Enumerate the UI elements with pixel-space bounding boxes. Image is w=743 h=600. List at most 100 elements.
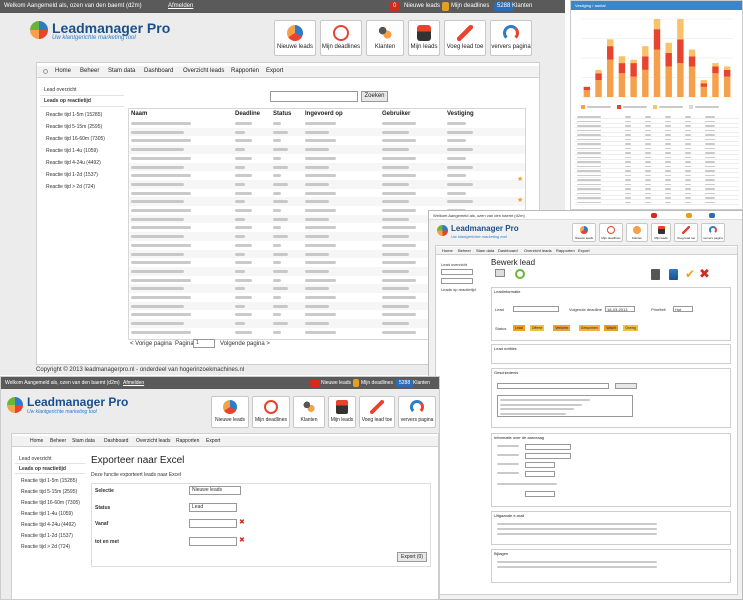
status-tag[interactable]: Wacht xyxy=(604,325,619,331)
edit-sidebar-field-2[interactable] xyxy=(441,278,473,284)
export-sidebar-item-1-5m[interactable]: Reactie tijd 1-5m (15285) xyxy=(21,478,77,484)
export-sidebar-item-1-2d[interactable]: Reactie tijd 1-2d (1537) xyxy=(21,533,73,539)
add-history-button[interactable] xyxy=(615,383,637,389)
edit-my-leads-button[interactable]: Mijn leads xyxy=(651,223,671,242)
deadlines-icon[interactable] xyxy=(442,2,449,11)
my-deadlines-button[interactable]: Mijn deadlines xyxy=(320,20,362,56)
export-tab-home[interactable]: Home xyxy=(30,438,43,444)
export-add-lead-button[interactable]: Voeg lead toe xyxy=(359,396,395,428)
export-clients-link[interactable]: Klanten xyxy=(413,380,430,386)
col-gebruiker[interactable]: Gebruiker xyxy=(382,111,410,117)
edit-deadlines-badge[interactable] xyxy=(686,213,692,218)
status-tag[interactable]: Gewonnen xyxy=(578,325,600,331)
next-page-link[interactable]: Volgende pagina > xyxy=(220,341,270,347)
clients-badge[interactable]: 5288 xyxy=(494,2,514,11)
home-icon[interactable] xyxy=(43,69,48,74)
request-field-2[interactable] xyxy=(525,453,571,459)
to-date-input[interactable] xyxy=(189,537,237,546)
tab-export[interactable]: Export xyxy=(266,68,283,74)
new-leads-link[interactable]: Nieuwe leads xyxy=(404,3,440,9)
status-tag[interactable]: Lead xyxy=(513,325,525,331)
sidebar-by-reaction[interactable]: Leads op reactietijd xyxy=(44,98,91,104)
export-deadlines-link[interactable]: Mijn deadlines xyxy=(361,380,393,386)
request-field-3[interactable] xyxy=(525,462,555,468)
export-tab-beheer[interactable]: Beheer xyxy=(50,438,66,444)
status-tag[interactable]: Overig xyxy=(623,325,638,331)
search-input[interactable] xyxy=(270,91,358,102)
edit-deadlines-button[interactable]: Mijn deadlines xyxy=(599,223,623,242)
status-select[interactable]: Lead xyxy=(189,503,237,512)
from-date-input[interactable] xyxy=(189,519,237,528)
sidebar-item-reaction-5-15m[interactable]: Reactie tijd 5-15m (2595) xyxy=(46,124,102,130)
export-tab-rapporten[interactable]: Rapporten xyxy=(176,438,199,444)
edit-sidebar-field-1[interactable] xyxy=(441,269,473,275)
edit-new-leads-badge[interactable] xyxy=(651,213,657,218)
save-check-icon[interactable]: ✔ xyxy=(685,268,695,280)
status-tag[interactable]: Verloren xyxy=(553,325,571,331)
request-field-5[interactable] xyxy=(525,491,555,497)
search-button[interactable]: Zoeken xyxy=(361,91,388,102)
tab-overzicht-leads[interactable]: Overzicht leads xyxy=(183,68,224,74)
export-clients-button[interactable]: Klanten xyxy=(293,396,325,428)
export-sidebar-overview[interactable]: Lead overzicht xyxy=(19,456,52,462)
edit-tab-overzicht[interactable]: Overzicht leads xyxy=(524,248,552,253)
my-leads-button[interactable]: Mijn leads xyxy=(408,20,440,56)
sidebar-item-reaction-4-24u[interactable]: Reactie tijd 4-24u (4492) xyxy=(46,160,101,166)
status-tag[interactable]: Offerte xyxy=(529,325,545,331)
add-lead-button[interactable]: Voeg lead toe xyxy=(444,20,486,56)
edit-tab-stam-data[interactable]: Stam data xyxy=(476,248,494,253)
sidebar-item-reaction-1-2d[interactable]: Reactie tijd 1-2d (1537) xyxy=(46,172,98,178)
deadlines-link[interactable]: Mijn deadlines xyxy=(451,3,489,9)
recycle-icon[interactable] xyxy=(515,269,525,279)
request-field-4[interactable] xyxy=(525,471,555,477)
edit-tab-dashboard[interactable]: Dashboard xyxy=(498,248,518,253)
star-icon[interactable]: ★ xyxy=(517,196,523,204)
cancel-x-icon[interactable]: ✖ xyxy=(699,267,710,280)
logout-link[interactable]: Afmelden xyxy=(168,3,193,9)
export-tab-overzicht[interactable]: Overzicht leads xyxy=(136,438,170,444)
col-naam[interactable]: Naam xyxy=(131,111,147,117)
tab-home[interactable]: Home xyxy=(55,68,71,74)
edit-clients-badge[interactable] xyxy=(709,213,715,218)
col-ingevoerd[interactable]: Ingevoerd op xyxy=(305,111,343,117)
edit-sidebar-by-reaction[interactable]: Leads op reactietijd xyxy=(441,287,476,292)
email-icon[interactable] xyxy=(495,269,505,277)
export-new-leads-button[interactable]: Nieuwe leads xyxy=(211,396,249,428)
tab-rapporten[interactable]: Rapporten xyxy=(231,68,259,74)
tab-dashboard[interactable]: Dashboard xyxy=(144,68,173,74)
edit-tab-rapporten[interactable]: Rapporten xyxy=(556,248,575,253)
clear-from-icon[interactable]: ✖ xyxy=(239,518,245,526)
tab-stam-data[interactable]: Stam data xyxy=(108,68,135,74)
clear-to-icon[interactable]: ✖ xyxy=(239,536,245,544)
export-sidebar-item-2d-plus[interactable]: Reactie tijd > 2d (724) xyxy=(21,544,70,550)
export-deadlines-button[interactable]: Mijn deadlines xyxy=(252,396,290,428)
export-deadlines-icon[interactable] xyxy=(353,379,359,387)
refresh-button[interactable]: ververs pagina xyxy=(490,20,532,56)
deadline-field[interactable]: 18-03-2013 xyxy=(605,306,635,312)
col-vestiging[interactable]: Vestiging xyxy=(447,111,474,117)
export-sidebar-item-4-24u[interactable]: Reactie tijd 4-24u (4492) xyxy=(21,522,76,528)
prev-page-link[interactable]: < Vorige pagina xyxy=(130,341,172,347)
export-button[interactable]: Export (0) xyxy=(397,552,427,562)
export-sidebar-by-reaction[interactable]: Leads op reactietijd xyxy=(19,466,66,472)
sidebar-item-reaction-1-4u[interactable]: Reactie tijd 1-4u (1059) xyxy=(46,148,98,154)
export-sidebar-item-5-15m[interactable]: Reactie tijd 5-15m (2595) xyxy=(21,489,77,495)
export-new-leads-link[interactable]: Nieuwe leads xyxy=(321,380,351,386)
tab-beheer[interactable]: Beheer xyxy=(80,68,99,74)
edit-new-leads-button[interactable]: Nieuwe leads xyxy=(572,223,596,242)
request-field-1[interactable] xyxy=(525,444,571,450)
export-new-leads-badge[interactable] xyxy=(310,379,320,387)
export-tab-stam-data[interactable]: Stam data xyxy=(72,438,95,444)
edit-clients-button[interactable]: Klanten xyxy=(626,223,648,242)
edit-add-lead-button[interactable]: Voeg lead toe xyxy=(674,223,698,242)
star-icon[interactable]: ★ xyxy=(517,175,523,183)
lead-name-field[interactable] xyxy=(513,306,559,312)
priority-select[interactable]: Hot xyxy=(673,306,693,312)
edit-tab-export[interactable]: Export xyxy=(578,248,590,253)
clients-link[interactable]: Klanten xyxy=(512,3,532,9)
export-sidebar-item-16-60m[interactable]: Reactie tijd 16-60m (7305) xyxy=(21,500,80,506)
export-tab-dashboard[interactable]: Dashboard xyxy=(104,438,128,444)
export-logout-link[interactable]: Afmelden xyxy=(123,380,144,386)
edit-sidebar-overview[interactable]: Lead overzicht xyxy=(441,262,467,267)
sidebar-item-reaction-16-60m[interactable]: Reactie tijd 16-60m (7305) xyxy=(46,136,105,142)
